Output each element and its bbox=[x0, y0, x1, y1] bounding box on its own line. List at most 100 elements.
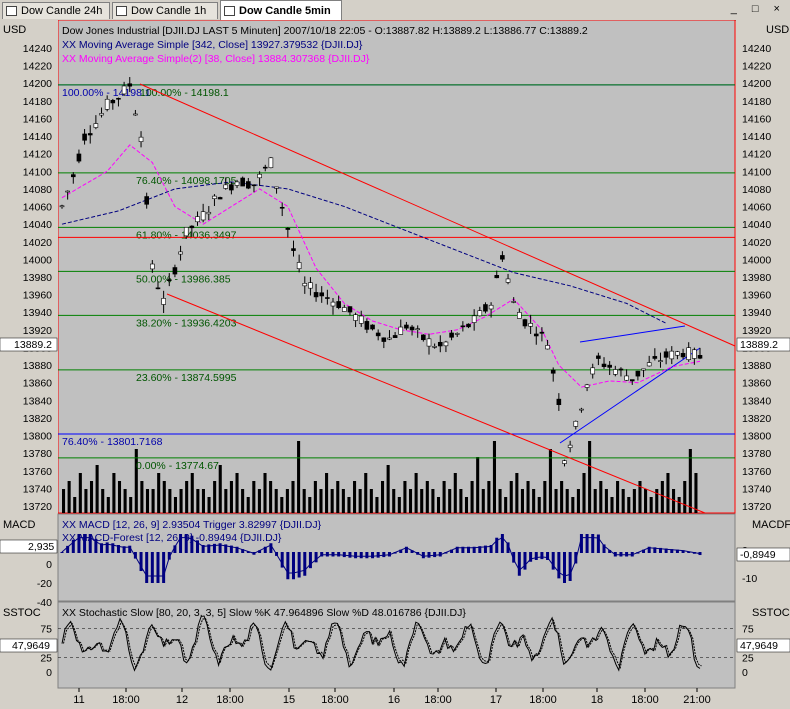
macd-forest-bar bbox=[421, 552, 425, 559]
candle-body bbox=[200, 211, 206, 221]
volume-bar bbox=[408, 489, 413, 513]
macd-forest-bar bbox=[534, 552, 538, 560]
price-tick-label-left: 13780 bbox=[23, 448, 52, 460]
candle-body bbox=[133, 113, 138, 116]
candle-body bbox=[296, 262, 302, 270]
volume-bar bbox=[487, 481, 491, 513]
candle-body bbox=[234, 181, 240, 186]
volume-bar bbox=[291, 481, 295, 513]
volume-bar bbox=[694, 473, 698, 513]
fib-level-label: 76.40% - 14098.1705 bbox=[136, 175, 237, 187]
price-unit-left: USD bbox=[3, 24, 26, 36]
macd-forest-bar bbox=[540, 552, 544, 560]
price-tick-label-left: 13800 bbox=[23, 431, 52, 443]
candle-body bbox=[70, 174, 76, 178]
price-tick-label-right: 13740 bbox=[742, 483, 771, 495]
chart-icon bbox=[116, 6, 127, 16]
macdf-tick-label: -10 bbox=[742, 573, 757, 585]
volume-bar bbox=[403, 481, 407, 513]
volume-bar bbox=[84, 489, 88, 513]
candle-body bbox=[285, 227, 291, 230]
candle-body bbox=[443, 341, 449, 347]
x-tick-label: 18:00 bbox=[631, 694, 659, 706]
volume-bar bbox=[492, 441, 497, 513]
macd-forest-bar bbox=[77, 534, 81, 553]
candle-body bbox=[268, 157, 274, 169]
candle-body bbox=[375, 332, 381, 337]
macd-forest-bar bbox=[156, 552, 160, 583]
price-tick-label-left: 14040 bbox=[23, 219, 52, 231]
volume-bar bbox=[280, 497, 284, 513]
macd-forest-bar bbox=[348, 552, 352, 558]
candle-body bbox=[82, 133, 87, 141]
candle-body bbox=[65, 190, 70, 193]
candle-body bbox=[189, 225, 195, 229]
volume-bar bbox=[353, 481, 357, 513]
window-buttons[interactable]: _ □ × bbox=[731, 3, 786, 15]
volume-bar bbox=[375, 497, 379, 513]
macd-forest-bar bbox=[433, 552, 437, 558]
x-tick-label: 15 bbox=[283, 694, 295, 706]
candle-body bbox=[251, 184, 257, 187]
macd-legend: XX MACD [12, 26, 9] 2.93504 Trigger 3.82… bbox=[62, 519, 322, 531]
x-tick-label: 18 bbox=[591, 694, 603, 706]
stoch-legend: XX Stochastic Slow [80, 20, 3, 3, 5] Slo… bbox=[62, 607, 466, 619]
volume-bar bbox=[537, 497, 541, 513]
price-tick-label-right: 14000 bbox=[742, 254, 771, 266]
volume-bar bbox=[660, 481, 664, 513]
macd-forest-bar bbox=[145, 552, 149, 583]
price-unit-right: USD bbox=[766, 24, 789, 36]
candle-body bbox=[680, 353, 686, 358]
price-tick-label-right: 13760 bbox=[742, 466, 771, 478]
candle-body bbox=[675, 351, 680, 356]
volume-bar bbox=[101, 489, 105, 513]
volume-bar bbox=[246, 497, 250, 513]
stoch-value-left: 47,9649 bbox=[12, 640, 50, 652]
volume-bar bbox=[235, 473, 239, 513]
volume-bar bbox=[459, 489, 463, 513]
macd-forest-bar bbox=[325, 552, 329, 557]
candle-body bbox=[579, 408, 584, 411]
tab-dow-candle-5min[interactable]: Dow Candle 5min bbox=[220, 0, 342, 20]
tab-dow-candle-24h[interactable]: Dow Candle 24h bbox=[2, 2, 110, 19]
price-tick-label-left: 13760 bbox=[23, 466, 52, 478]
time-x-axis: 11 18:00 12 18:00 15 18:00 16 18:00 17 18:00 18 18:… bbox=[73, 688, 711, 706]
volume-bar bbox=[476, 457, 480, 513]
macd-forest-bar bbox=[619, 552, 623, 557]
volume-bar bbox=[241, 489, 245, 513]
candle-body bbox=[195, 216, 200, 223]
price-tick-label-right: 14080 bbox=[742, 184, 771, 196]
price-tick-label-right: 14160 bbox=[742, 113, 771, 125]
volume-bar bbox=[185, 481, 189, 513]
candle-body bbox=[76, 153, 82, 162]
price-tick-label-left: 14240 bbox=[23, 43, 52, 55]
volume-bar bbox=[576, 489, 580, 513]
tab-dow-candle-1h[interactable]: Dow Candle 1h bbox=[112, 2, 218, 19]
volume-bar bbox=[224, 489, 228, 513]
candle-body bbox=[613, 369, 618, 375]
macd-forest-bar bbox=[291, 552, 295, 580]
macd-forest-bar bbox=[303, 552, 307, 576]
candle-body bbox=[421, 334, 426, 341]
candle-body bbox=[556, 398, 562, 406]
macd-forest-bar bbox=[297, 552, 301, 578]
volume-bar bbox=[560, 481, 564, 513]
price-tick-label-right: 13920 bbox=[742, 325, 771, 337]
candle-body bbox=[686, 347, 692, 360]
candle-body bbox=[274, 186, 279, 189]
x-tick-label: 17 bbox=[490, 694, 502, 706]
volume-bar bbox=[397, 497, 401, 513]
volume-bar bbox=[616, 481, 620, 513]
candle-body bbox=[517, 312, 522, 319]
candle-body bbox=[330, 301, 336, 307]
volume-bar bbox=[504, 497, 508, 513]
stoch-value-right: 47,9649 bbox=[740, 640, 778, 652]
candle-body bbox=[387, 337, 392, 340]
volume-bar bbox=[263, 473, 267, 513]
price-tick-label-left: 13860 bbox=[23, 378, 52, 390]
candle-body bbox=[505, 278, 511, 283]
volume-bar bbox=[145, 489, 150, 513]
price-tick-label-right: 13940 bbox=[742, 307, 771, 319]
candle-body bbox=[697, 355, 703, 359]
candle-body bbox=[635, 370, 641, 377]
